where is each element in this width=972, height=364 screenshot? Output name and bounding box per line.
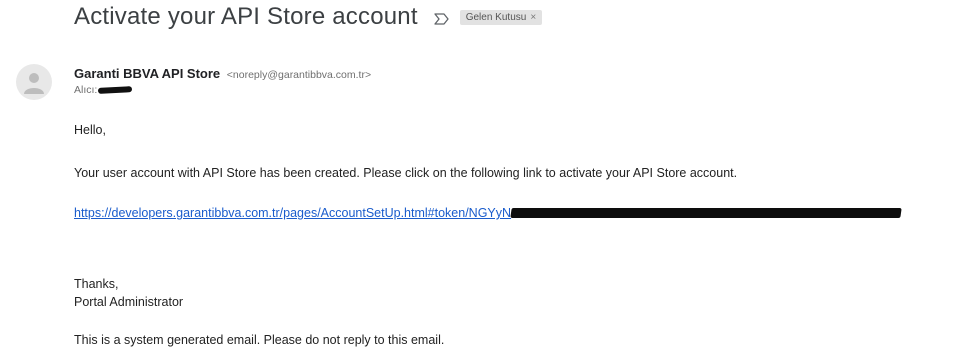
subject-row: Activate your API Store account Gelen Ku… [74,0,543,34]
sender-email: <noreply@garantibbva.com.tr> [226,69,372,81]
sender-name[interactable]: Garanti BBVA API Store [74,66,220,81]
activation-link[interactable]: https://developers.garantibbva.com.tr/pa… [74,206,511,220]
importance-marker-icon[interactable] [434,12,450,25]
remove-label-icon[interactable]: × [530,12,536,23]
body-paragraph: Your user account with API Store has bee… [74,166,738,180]
activation-link-line: https://developers.garantibbva.com.tr/pa… [74,206,902,220]
signature-text: Portal Administrator [74,295,184,309]
avatar [16,64,52,100]
link-redaction [510,208,902,218]
sender-row: Garanti BBVA API Store <noreply@garantib… [74,66,371,81]
person-avatar-icon [24,73,44,94]
email-subject: Activate your API Store account [74,3,418,30]
label-chip-inbox[interactable]: Gelen Kutusu × [459,9,543,25]
label-chip-text: Gelen Kutusu [465,11,527,23]
recipient-label: Alıcı: [74,84,98,96]
footer-text: This is a system generated email. Please… [74,333,445,347]
greeting-text: Hello, [74,123,106,137]
email-view: Activate your API Store account Gelen Ku… [0,0,972,364]
recipient-redaction [98,86,133,94]
recipient-row: Alıcı: [74,84,133,96]
thanks-text: Thanks, [74,277,119,291]
